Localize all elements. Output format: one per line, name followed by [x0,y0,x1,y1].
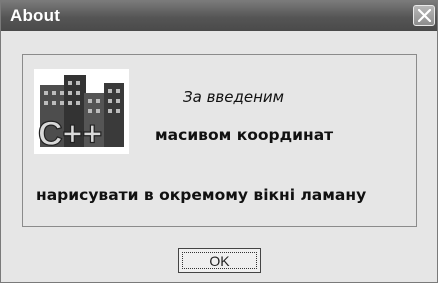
title-bar[interactable]: About [1,1,437,31]
logo-text: C++ [38,115,102,153]
about-line-2: масивом координат [155,126,334,144]
close-icon [418,9,431,22]
ok-button-label: OK [182,252,257,269]
window-title: About [10,6,61,25]
about-line-1: За введеним [183,88,284,106]
about-line-3: нарисувати в окремому вікні ламану [36,186,367,204]
close-button[interactable] [413,5,435,26]
about-dialog: About C++ За введеним масивом координат … [0,0,438,283]
about-panel: C++ За введеним масивом координат нарису… [22,54,417,227]
ok-button[interactable]: OK [178,248,261,273]
cpp-buildings-logo: C++ [34,69,129,154]
